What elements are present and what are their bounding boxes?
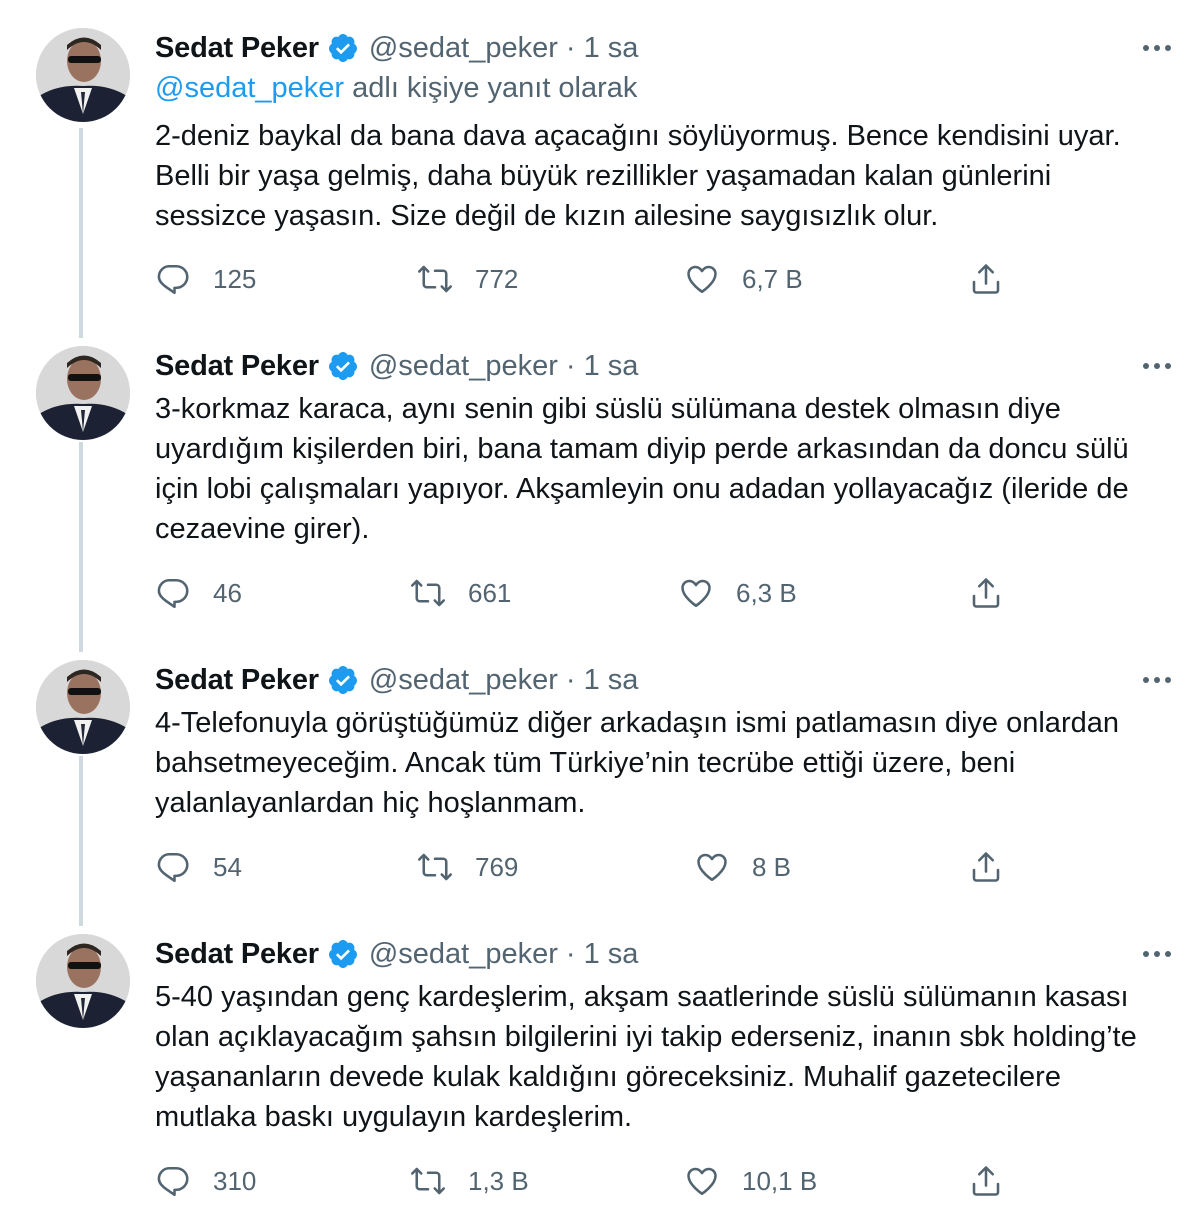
reply-context: @sedat_peker adlı kişiye yanıt olarak (155, 72, 637, 105)
retweet-count: 1,3 B (468, 1165, 529, 1196)
retweet-button[interactable]: 769 (417, 845, 518, 889)
author-name[interactable]: Sedat Peker (155, 664, 319, 697)
retweet-icon (417, 849, 453, 885)
reply-count: 54 (213, 851, 242, 882)
reply-count: 46 (213, 577, 242, 608)
reply-button[interactable]: 125 (155, 257, 256, 301)
like-count: 8 B (752, 851, 792, 882)
avatar[interactable] (36, 660, 130, 754)
more-icon[interactable] (1140, 944, 1174, 964)
like-icon (684, 1163, 720, 1199)
retweet-icon (417, 261, 453, 297)
share-icon (968, 261, 1004, 297)
reply-button[interactable]: 46 (155, 571, 242, 615)
author-name[interactable]: Sedat Peker (155, 938, 319, 971)
reply-button[interactable]: 310 (155, 1159, 256, 1203)
like-button[interactable]: 10,1 B (684, 1159, 817, 1203)
reply-button[interactable]: 54 (155, 845, 242, 889)
author-name[interactable]: Sedat Peker (155, 350, 319, 383)
more-icon[interactable] (1140, 356, 1174, 376)
action-bar: 54 769 8 B (150, 845, 1030, 889)
timestamp[interactable]: 1 sa (584, 32, 639, 65)
reply-icon (155, 1163, 191, 1199)
separator: · (565, 31, 576, 64)
avatar[interactable] (36, 28, 130, 122)
tweet-header: Sedat Peker @sedat_peker · 1 sa (155, 346, 638, 386)
tweet-header: Sedat Peker @sedat_peker · 1 sa (155, 660, 638, 700)
verified-badge-icon (327, 664, 359, 696)
retweet-icon (410, 1163, 446, 1199)
reply-to-link[interactable]: @sedat_peker (155, 72, 344, 104)
tweet-header: Sedat Peker @sedat_peker · 1 sa (155, 28, 638, 68)
tweet[interactable]: Sedat Peker @sedat_peker · 1 sa @sedat_p… (0, 28, 1204, 328)
retweet-icon (410, 575, 446, 611)
like-button[interactable]: 8 B (694, 845, 791, 889)
tweet-text: 5-40 yaşından genç kardeşlerim, akşam sa… (155, 981, 1137, 1133)
tweet-text: 4-Telefonuyla görüştüğümüz diğer arkadaş… (155, 707, 1119, 819)
tweet[interactable]: Sedat Peker @sedat_peker · 1 sa 5-40 yaş… (0, 934, 1204, 1218)
verified-badge-icon (327, 938, 359, 970)
tweet[interactable]: Sedat Peker @sedat_peker · 1 sa 3-korkma… (0, 346, 1204, 646)
action-bar: 46 661 6,3 B (150, 571, 1030, 615)
author-handle[interactable]: @sedat_peker (369, 938, 558, 971)
retweet-count: 769 (475, 851, 519, 882)
more-icon[interactable] (1140, 38, 1174, 58)
retweet-button[interactable]: 661 (410, 571, 511, 615)
separator: · (565, 937, 576, 970)
like-icon (694, 849, 730, 885)
tweet[interactable]: Sedat Peker @sedat_peker · 1 sa 4-Telefo… (0, 660, 1204, 920)
retweet-count: 661 (468, 577, 512, 608)
author-handle[interactable]: @sedat_peker (369, 664, 558, 697)
verified-badge-icon (327, 350, 359, 382)
share-button[interactable] (968, 571, 1004, 615)
like-button[interactable]: 6,7 B (684, 257, 803, 301)
more-icon[interactable] (1140, 670, 1174, 690)
tweet-header: Sedat Peker @sedat_peker · 1 sa (155, 934, 638, 974)
like-icon (684, 261, 720, 297)
share-button[interactable] (968, 845, 1004, 889)
share-button[interactable] (968, 257, 1004, 301)
like-count: 10,1 B (742, 1165, 818, 1196)
retweet-button[interactable]: 772 (417, 257, 518, 301)
share-icon (968, 849, 1004, 885)
share-icon (968, 575, 1004, 611)
retweet-button[interactable]: 1,3 B (410, 1159, 529, 1203)
tweet-text: 3-korkmaz karaca, aynı senin gibi süslü … (155, 393, 1129, 545)
retweet-count: 772 (475, 263, 519, 294)
author-handle[interactable]: @sedat_peker (369, 32, 558, 65)
separator: · (565, 349, 576, 382)
like-count: 6,3 B (736, 577, 797, 608)
reply-count: 310 (213, 1165, 257, 1196)
reply-icon (155, 575, 191, 611)
reply-count: 125 (213, 263, 257, 294)
timestamp[interactable]: 1 sa (584, 350, 639, 383)
action-bar: 310 1,3 B 10,1 B (150, 1159, 1030, 1203)
timestamp[interactable]: 1 sa (584, 938, 639, 971)
like-count: 6,7 B (742, 263, 803, 294)
tweet-text: 2-deniz baykal da bana dava açacağını sö… (155, 120, 1121, 232)
reply-icon (155, 849, 191, 885)
author-name[interactable]: Sedat Peker (155, 32, 319, 65)
avatar[interactable] (36, 346, 130, 440)
verified-badge-icon (327, 32, 359, 64)
separator: · (565, 663, 576, 696)
action-bar: 125 772 6,7 B (150, 257, 1030, 301)
timestamp[interactable]: 1 sa (584, 664, 639, 697)
share-icon (968, 1163, 1004, 1199)
avatar[interactable] (36, 934, 130, 1028)
like-button[interactable]: 6,3 B (678, 571, 797, 615)
author-handle[interactable]: @sedat_peker (369, 350, 558, 383)
share-button[interactable] (968, 1159, 1004, 1203)
like-icon (678, 575, 714, 611)
reply-icon (155, 261, 191, 297)
reply-to-text: adlı kişiye yanıt olarak (344, 72, 638, 104)
